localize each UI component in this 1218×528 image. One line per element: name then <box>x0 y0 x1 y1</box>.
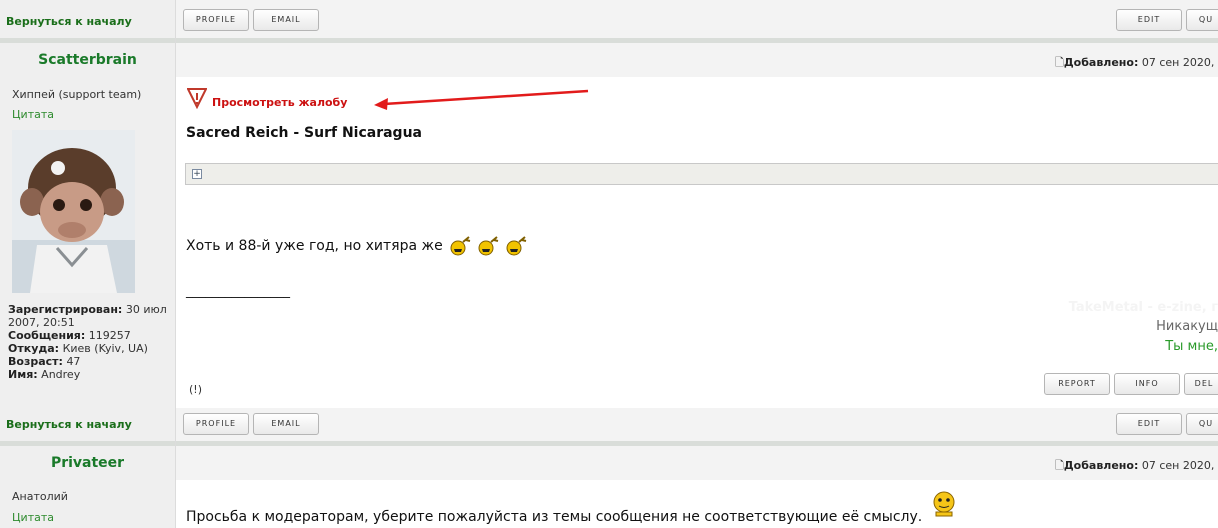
doc-icon: 🗋 <box>1055 459 1064 472</box>
profile-button[interactable]: PROFILE <box>183 413 249 435</box>
post-date: 🗋Добавлено: 07 сен 2020, <box>1055 56 1215 69</box>
report-button[interactable]: REPORT <box>1044 373 1110 395</box>
user-rank: Анатолий <box>12 490 68 503</box>
edit-button[interactable]: EDIT <box>1116 413 1182 435</box>
signature-line-3: Ты мне, <box>1165 339 1218 354</box>
email-button[interactable]: EMAIL <box>253 9 319 31</box>
warning-icon <box>186 87 208 112</box>
delete-button[interactable]: DEL <box>1184 373 1218 395</box>
smiley-icon <box>505 236 527 256</box>
quote-link[interactable]: Цитата <box>12 108 54 121</box>
smiley-icon <box>477 236 499 256</box>
back-to-top-link[interactable]: Вернуться к началу <box>6 15 132 28</box>
smiley-icon <box>930 490 958 521</box>
post-text: Хоть и 88-й уже год, но хитяра же <box>186 236 527 256</box>
view-report-link[interactable]: Просмотреть жалобу <box>212 96 347 109</box>
back-to-top-link[interactable]: Вернуться к началу <box>6 418 132 431</box>
quote-link[interactable]: Цитата <box>12 511 54 524</box>
avatar <box>12 130 135 293</box>
doc-icon: 🗋 <box>1055 56 1064 69</box>
post-author-name[interactable]: Scatterbrain <box>0 52 175 68</box>
report-mark[interactable]: (!) <box>189 383 202 396</box>
signature: TakeMetal - e-zine, г Никакущ Ты мне, <box>960 298 1218 358</box>
quote-button[interactable]: QU <box>1186 413 1218 435</box>
spoiler-toggle[interactable]: + <box>192 169 202 179</box>
post-text: Просьба к модераторам, уберите пожалуйст… <box>186 509 923 525</box>
profile-button[interactable]: PROFILE <box>183 9 249 31</box>
info-button[interactable]: INFO <box>1114 373 1180 395</box>
edit-button[interactable]: EDIT <box>1116 9 1182 31</box>
post-date: 🗋Добавлено: 07 сен 2020, <box>1055 459 1215 472</box>
quote-button[interactable]: QU <box>1186 9 1218 31</box>
spoiler-box <box>185 163 1218 185</box>
signature-line: ________________ <box>186 284 290 299</box>
signature-line-2: Никакущ <box>1156 319 1218 334</box>
user-rank: Хиппей (support team) <box>12 88 142 101</box>
email-button[interactable]: EMAIL <box>253 413 319 435</box>
post-title: Sacred Reich - Surf Nicaragua <box>186 125 422 141</box>
annotation-arrow <box>374 89 589 110</box>
user-info: Зарегистрирован: 30 июл 2007, 20:51 Сооб… <box>8 303 167 381</box>
signature-line-1: TakeMetal - e-zine, г <box>1068 300 1218 315</box>
smiley-icon <box>449 236 471 256</box>
post-author-name[interactable]: Privateer <box>0 455 175 471</box>
